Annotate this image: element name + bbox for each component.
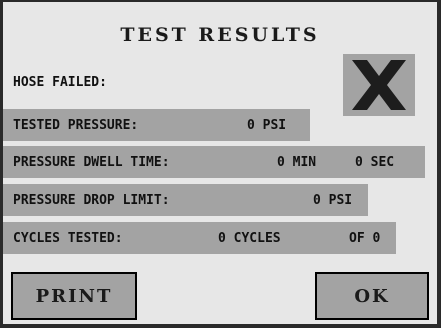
test-results-screen: TEST RESULTS HOSE FAILED: TESTED PRESSUR… — [3, 2, 437, 324]
hose-status-label: HOSE FAILED: — [13, 75, 107, 90]
tested-pressure-value: 0 PSI — [247, 118, 287, 133]
cycles-tested-value: 0 CYCLES — [218, 231, 281, 246]
page-title: TEST RESULTS — [120, 24, 320, 46]
cycles-tested-label: CYCLES TESTED: — [13, 231, 123, 246]
dwell-time-seconds: 0 SEC — [355, 155, 395, 170]
dwell-time-label: PRESSURE DWELL TIME: — [13, 155, 170, 170]
ok-button[interactable]: OK — [315, 272, 429, 320]
drop-limit-value: 0 PSI — [313, 193, 353, 208]
cycles-total-value: OF 0 — [349, 231, 381, 246]
tested-pressure-label: TESTED PRESSURE: — [13, 118, 139, 133]
dwell-time-minutes: 0 MIN — [277, 155, 317, 170]
drop-limit-label: PRESSURE DROP LIMIT: — [13, 193, 170, 208]
x-mark-icon — [343, 54, 415, 116]
print-button[interactable]: PRINT — [11, 272, 137, 320]
